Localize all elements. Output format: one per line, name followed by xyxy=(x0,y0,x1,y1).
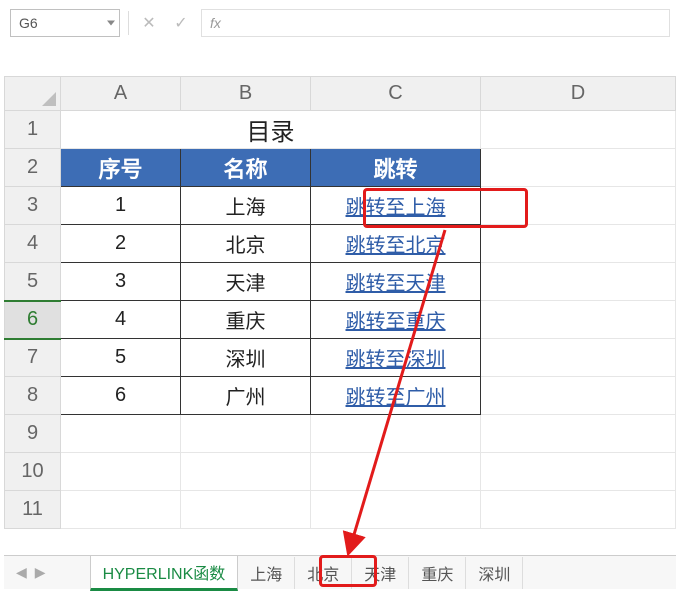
row-header[interactable]: 2 xyxy=(5,149,61,187)
row-header[interactable]: 5 xyxy=(5,263,61,301)
separator xyxy=(128,11,129,35)
sheet-tabs: ◀ ▶ HYPERLINK函数 上海 北京 天津 重庆 深圳 xyxy=(4,555,676,589)
row-2: 2 序号 名称 跳转 xyxy=(5,149,676,187)
empty-cell[interactable] xyxy=(481,263,676,301)
row-11: 11 xyxy=(5,491,676,529)
cancel-icon[interactable]: ✕ xyxy=(137,11,161,35)
col-header-C[interactable]: C xyxy=(311,77,481,111)
row-4: 4 2 北京 跳转至北京 xyxy=(5,225,676,263)
select-all-corner[interactable] xyxy=(5,77,61,111)
empty-cell[interactable] xyxy=(481,187,676,225)
empty-cell[interactable] xyxy=(481,111,676,149)
formula-bar-row: G6 ✕ ✓ fx xyxy=(10,8,670,38)
row-header[interactable]: 9 xyxy=(5,415,61,453)
row-8: 8 6 广州 跳转至广州 xyxy=(5,377,676,415)
formula-bar[interactable]: fx xyxy=(201,9,670,37)
jump-link[interactable]: 跳转至重庆 xyxy=(311,301,481,339)
tab-shenzhen[interactable]: 深圳 xyxy=(466,557,523,589)
empty-cell[interactable] xyxy=(181,453,311,491)
seq-cell[interactable]: 6 xyxy=(61,377,181,415)
tab-hyperlink[interactable]: HYPERLINK函数 xyxy=(90,555,239,591)
name-cell[interactable]: 天津 xyxy=(181,263,311,301)
header-name[interactable]: 名称 xyxy=(181,149,311,187)
empty-cell[interactable] xyxy=(481,415,676,453)
row-header-selected[interactable]: 6 xyxy=(5,301,61,339)
row-header[interactable]: 10 xyxy=(5,453,61,491)
chevron-down-icon xyxy=(107,21,115,26)
empty-cell[interactable] xyxy=(61,453,181,491)
row-5: 5 3 天津 跳转至天津 xyxy=(5,263,676,301)
name-box-value: G6 xyxy=(19,15,38,31)
row-header[interactable]: 11 xyxy=(5,491,61,529)
seq-cell[interactable]: 1 xyxy=(61,187,181,225)
name-cell[interactable]: 北京 xyxy=(181,225,311,263)
empty-cell[interactable] xyxy=(311,453,481,491)
empty-cell[interactable] xyxy=(181,491,311,529)
row-10: 10 xyxy=(5,453,676,491)
name-box[interactable]: G6 xyxy=(10,9,120,37)
confirm-icon[interactable]: ✓ xyxy=(169,11,193,35)
jump-link[interactable]: 跳转至广州 xyxy=(311,377,481,415)
row-header[interactable]: 8 xyxy=(5,377,61,415)
seq-cell[interactable]: 2 xyxy=(61,225,181,263)
empty-cell[interactable] xyxy=(61,415,181,453)
fx-icon: fx xyxy=(210,15,221,31)
tab-tianjin[interactable]: 天津 xyxy=(352,557,409,589)
header-jump[interactable]: 跳转 xyxy=(311,149,481,187)
title-cell[interactable]: 目录 xyxy=(61,111,481,149)
worksheet: A B C D 1 目录 2 序号 名称 跳转 3 1 上海 跳转至上海 4 2… xyxy=(4,76,676,553)
tab-chongqing[interactable]: 重庆 xyxy=(409,557,466,589)
tab-beijing[interactable]: 北京 xyxy=(295,557,352,589)
row-header[interactable]: 4 xyxy=(5,225,61,263)
empty-cell[interactable] xyxy=(311,491,481,529)
empty-cell[interactable] xyxy=(481,491,676,529)
jump-link[interactable]: 跳转至上海 xyxy=(311,187,481,225)
jump-link[interactable]: 跳转至天津 xyxy=(311,263,481,301)
row-header[interactable]: 1 xyxy=(5,111,61,149)
empty-cell[interactable] xyxy=(481,149,676,187)
empty-cell[interactable] xyxy=(481,377,676,415)
col-header-A[interactable]: A xyxy=(61,77,181,111)
col-header-B[interactable]: B xyxy=(181,77,311,111)
row-1: 1 目录 xyxy=(5,111,676,149)
empty-cell[interactable] xyxy=(311,415,481,453)
jump-link[interactable]: 跳转至北京 xyxy=(311,225,481,263)
tab-nav-right-icon[interactable]: ▶ xyxy=(31,564,50,581)
grid[interactable]: A B C D 1 目录 2 序号 名称 跳转 3 1 上海 跳转至上海 4 2… xyxy=(4,76,676,529)
empty-cell[interactable] xyxy=(61,491,181,529)
jump-link[interactable]: 跳转至深圳 xyxy=(311,339,481,377)
empty-cell[interactable] xyxy=(481,225,676,263)
name-cell[interactable]: 深圳 xyxy=(181,339,311,377)
row-header[interactable]: 3 xyxy=(5,187,61,225)
empty-cell[interactable] xyxy=(481,453,676,491)
tab-nav-left-icon[interactable]: ◀ xyxy=(12,564,31,581)
tab-shanghai[interactable]: 上海 xyxy=(238,557,295,589)
empty-cell[interactable] xyxy=(181,415,311,453)
name-cell[interactable]: 上海 xyxy=(181,187,311,225)
name-cell[interactable]: 广州 xyxy=(181,377,311,415)
row-header[interactable]: 7 xyxy=(5,339,61,377)
row-6: 6 4 重庆 跳转至重庆 xyxy=(5,301,676,339)
empty-cell[interactable] xyxy=(481,339,676,377)
row-3: 3 1 上海 跳转至上海 xyxy=(5,187,676,225)
row-7: 7 5 深圳 跳转至深圳 xyxy=(5,339,676,377)
seq-cell[interactable]: 3 xyxy=(61,263,181,301)
row-9: 9 xyxy=(5,415,676,453)
col-header-D[interactable]: D xyxy=(481,77,676,111)
seq-cell[interactable]: 4 xyxy=(61,301,181,339)
column-header-row: A B C D xyxy=(5,77,676,111)
name-cell[interactable]: 重庆 xyxy=(181,301,311,339)
empty-cell[interactable] xyxy=(481,301,676,339)
header-seq[interactable]: 序号 xyxy=(61,149,181,187)
seq-cell[interactable]: 5 xyxy=(61,339,181,377)
